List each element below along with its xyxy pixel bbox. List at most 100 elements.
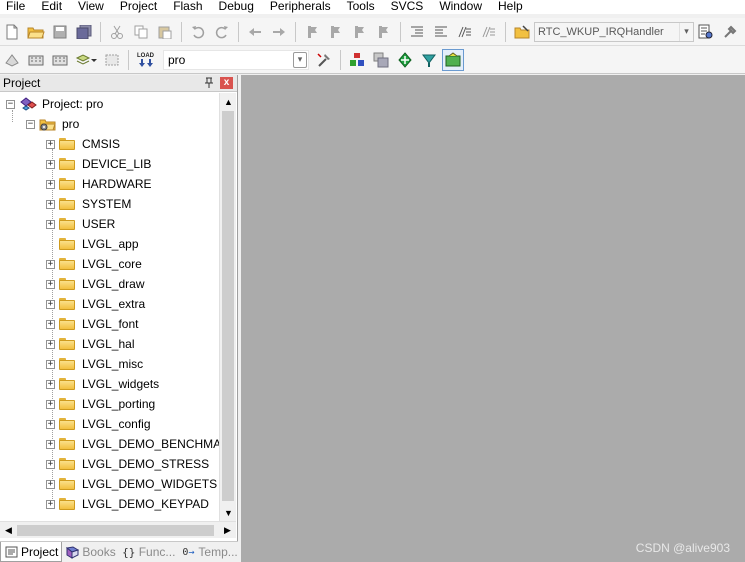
tab-func[interactable]: {} Func... (119, 542, 179, 562)
expand-icon[interactable]: + (46, 199, 55, 209)
menu-help[interactable]: Help (490, 0, 531, 14)
tree-group[interactable]: + DEVICE_LIB (46, 154, 151, 174)
stop-build-icon[interactable] (101, 49, 123, 71)
menu-flash[interactable]: Flash (165, 0, 210, 14)
menu-view[interactable]: View (70, 0, 112, 14)
menu-edit[interactable]: Edit (33, 0, 70, 14)
tab-books[interactable]: Books (62, 542, 118, 562)
indent-icon[interactable] (406, 21, 428, 43)
bookmark-icon[interactable] (301, 21, 323, 43)
chevron-down-icon[interactable]: ▾ (679, 22, 693, 41)
menu-window[interactable]: Window (431, 0, 490, 14)
target-options-icon[interactable] (313, 49, 335, 71)
tree-group[interactable]: + USER (46, 214, 115, 234)
find-in-files-icon[interactable] (511, 21, 533, 43)
tree-group[interactable]: + LVGL_DEMO_BENCHMARK (46, 434, 219, 454)
scroll-left-icon[interactable]: ◀ (0, 522, 17, 539)
menu-svcs[interactable]: SVCS (383, 0, 432, 14)
expand-icon[interactable]: + (46, 399, 55, 409)
tree-group[interactable]: + LVGL_porting (46, 394, 155, 414)
new-file-icon[interactable] (1, 21, 23, 43)
scroll-down-icon[interactable]: ▼ (220, 504, 237, 521)
tree-group[interactable]: + LVGL_extra (46, 294, 145, 314)
menu-peripherals[interactable]: Peripherals (262, 0, 339, 14)
collapse-icon[interactable]: − (26, 119, 35, 129)
tree-group[interactable]: + LVGL_core (46, 254, 142, 274)
tab-project[interactable]: Project (0, 542, 63, 562)
pack-installer-icon[interactable] (418, 49, 440, 71)
expand-icon[interactable]: + (46, 279, 55, 289)
open-folder-icon[interactable] (25, 21, 47, 43)
expand-icon[interactable]: + (46, 139, 55, 149)
copy-icon[interactable] (130, 21, 152, 43)
expand-icon[interactable]: + (46, 219, 55, 229)
pin-icon[interactable] (203, 77, 215, 89)
close-icon[interactable]: x (220, 77, 233, 89)
expand-icon[interactable]: + (46, 379, 55, 389)
editor-area[interactable]: CSDN @alive903 (241, 75, 745, 562)
collapse-icon[interactable]: − (6, 99, 15, 109)
tree-group[interactable]: + LVGL_misc (46, 354, 143, 374)
tree-group[interactable]: + LVGL_widgets (46, 374, 159, 394)
chevron-down-icon[interactable]: ▾ (293, 51, 307, 68)
nav-forward-icon[interactable] (268, 21, 290, 43)
rebuild-icon[interactable] (49, 49, 71, 71)
tree-group[interactable]: + CMSIS (46, 134, 120, 154)
find-icon[interactable] (695, 21, 717, 43)
expand-icon[interactable]: + (46, 359, 55, 369)
paste-icon[interactable] (154, 21, 176, 43)
tree-group[interactable]: LVGL_app (46, 234, 139, 254)
undo-icon[interactable] (187, 21, 209, 43)
uncomment-icon[interactable] (478, 21, 500, 43)
manage-project-items-icon[interactable] (346, 49, 368, 71)
clear-bookmarks-icon[interactable] (373, 21, 395, 43)
expand-icon[interactable]: + (46, 259, 55, 269)
scrollbar-thumb[interactable] (222, 111, 234, 501)
expand-icon[interactable]: + (46, 299, 55, 309)
tree-group[interactable]: + LVGL_DEMO_STRESS (46, 454, 209, 474)
prev-bookmark-icon[interactable] (325, 21, 347, 43)
expand-icon[interactable]: + (46, 179, 55, 189)
tree-group[interactable]: + LVGL_config (46, 414, 151, 434)
expand-icon[interactable]: + (46, 459, 55, 469)
tree-root-project[interactable]: − Project: pro (6, 94, 103, 114)
expand-icon[interactable]: + (46, 439, 55, 449)
target-select[interactable]: pro ▾ (163, 49, 309, 70)
tree-group[interactable]: + LVGL_hal (46, 334, 134, 354)
tree-group[interactable]: + LVGL_DEMO_KEYPAD (46, 494, 209, 514)
unindent-icon[interactable] (430, 21, 452, 43)
redo-icon[interactable] (211, 21, 233, 43)
manage-rte-icon[interactable] (394, 49, 416, 71)
select-packs-icon[interactable] (370, 49, 392, 71)
tree-group[interactable]: + LVGL_DEMO_WIDGETS (46, 474, 217, 494)
next-bookmark-icon[interactable] (349, 21, 371, 43)
expand-icon[interactable]: + (46, 319, 55, 329)
scroll-up-icon[interactable]: ▲ (220, 93, 237, 110)
cut-icon[interactable] (106, 21, 128, 43)
save-all-icon[interactable] (73, 21, 95, 43)
expand-icon[interactable]: + (46, 159, 55, 169)
tree-target-pro[interactable]: − pro (26, 114, 79, 134)
save-icon[interactable] (49, 21, 71, 43)
tree-group[interactable]: + HARDWARE (46, 174, 152, 194)
tab-temp[interactable]: 0→ Temp... (178, 542, 240, 562)
menu-debug[interactable]: Debug (211, 0, 262, 14)
configure-icon[interactable] (719, 21, 741, 43)
tree-group[interactable]: + LVGL_draw (46, 274, 144, 294)
menu-project[interactable]: Project (112, 0, 165, 14)
nav-back-icon[interactable] (244, 21, 266, 43)
load-download-button[interactable]: LOAD (134, 49, 158, 71)
translate-icon[interactable] (1, 49, 23, 71)
batch-build-icon[interactable] (73, 49, 99, 71)
tree-group[interactable]: + LVGL_font (46, 314, 138, 334)
build-icon[interactable] (25, 49, 47, 71)
tree-group[interactable]: + SYSTEM (46, 194, 131, 214)
expand-icon[interactable]: + (46, 339, 55, 349)
function-combo[interactable]: RTC_WKUP_IRQHandler ▾ (534, 21, 694, 42)
scroll-right-icon[interactable]: ▶ (219, 522, 236, 539)
scrollbar-thumb[interactable] (17, 525, 214, 536)
comment-icon[interactable] (454, 21, 476, 43)
menu-file[interactable]: File (0, 0, 33, 14)
software-packs-icon[interactable] (442, 48, 464, 71)
vertical-scrollbar[interactable]: ▲ ▼ (219, 93, 236, 521)
